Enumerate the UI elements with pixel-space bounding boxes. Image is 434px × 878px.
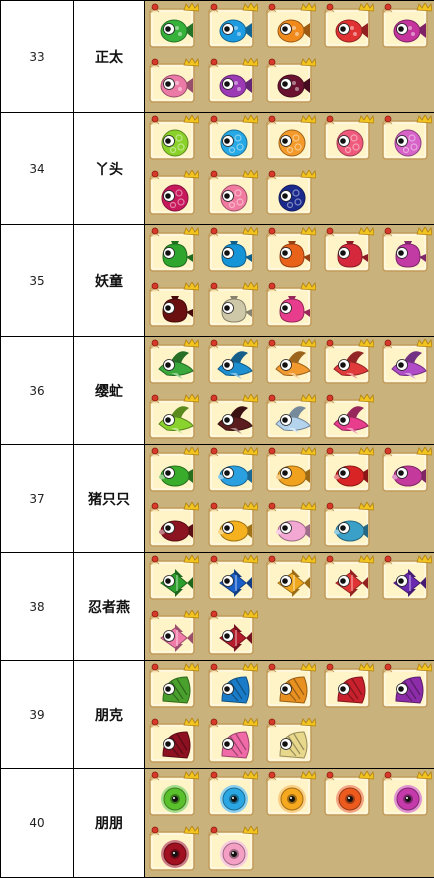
- fish-image-cell: [144, 113, 434, 224]
- flower-fish-icon: [324, 771, 374, 817]
- round-fish-icon: [266, 3, 316, 49]
- table-row: 33 正太: [0, 1, 434, 113]
- fish-image-cell: [144, 337, 434, 444]
- round-fish-icon: [382, 3, 432, 49]
- fish-image-cell: [144, 1, 434, 112]
- bird-fish-icon: [208, 394, 258, 440]
- row-number: 37: [0, 445, 73, 552]
- flower-fish-icon: [266, 771, 316, 817]
- pig-fish-icon: [324, 447, 374, 493]
- table-row: 39 朋克: [0, 661, 434, 769]
- pig-fish-icon: [382, 447, 432, 493]
- puffer-fish-icon: [208, 170, 258, 216]
- round-fish-icon: [324, 3, 374, 49]
- fish-series-name: 丫头: [73, 113, 144, 224]
- fish-series-name: 朋朋: [73, 769, 144, 877]
- angelfish-icon: [382, 555, 432, 601]
- sack-fish-icon: [208, 227, 258, 273]
- sack-fish-icon: [382, 227, 432, 273]
- row-number: 36: [0, 337, 73, 444]
- row-number: 35: [0, 225, 73, 336]
- table-row: 36 缨虻: [0, 337, 434, 445]
- fan-fish-icon: [324, 663, 374, 709]
- angelfish-icon: [149, 555, 199, 601]
- fish-image-cell: [144, 225, 434, 336]
- pig-fish-icon: [149, 502, 199, 548]
- sack-fish-icon: [208, 282, 258, 328]
- fish-image-cell: [144, 769, 434, 877]
- fish-series-name: 朋克: [73, 661, 144, 768]
- bird-fish-icon: [149, 339, 199, 385]
- puffer-fish-icon: [149, 115, 199, 161]
- bird-fish-icon: [208, 339, 258, 385]
- fan-fish-icon: [266, 718, 316, 764]
- puffer-fish-icon: [149, 170, 199, 216]
- bird-fish-icon: [382, 339, 432, 385]
- angelfish-icon: [149, 610, 199, 656]
- sack-fish-icon: [149, 282, 199, 328]
- sack-fish-icon: [266, 282, 316, 328]
- row-number: 40: [0, 769, 73, 877]
- row-number: 39: [0, 661, 73, 768]
- row-number: 34: [0, 113, 73, 224]
- fish-series-name: 正太: [73, 1, 144, 112]
- fan-fish-icon: [149, 718, 199, 764]
- sack-fish-icon: [324, 227, 374, 273]
- round-fish-icon: [208, 3, 258, 49]
- fan-fish-icon: [208, 663, 258, 709]
- fish-series-name: 缨虻: [73, 337, 144, 444]
- round-fish-icon: [208, 58, 258, 104]
- flower-fish-icon: [149, 771, 199, 817]
- puffer-fish-icon: [324, 115, 374, 161]
- table-row: 35 妖童: [0, 225, 434, 337]
- round-fish-icon: [266, 58, 316, 104]
- fish-series-name: 忍者燕: [73, 553, 144, 660]
- table-row: 40 朋朋: [0, 769, 434, 878]
- pig-fish-icon: [266, 502, 316, 548]
- row-number: 38: [0, 553, 73, 660]
- fan-fish-icon: [149, 663, 199, 709]
- fan-fish-icon: [382, 663, 432, 709]
- fan-fish-icon: [266, 663, 316, 709]
- angelfish-icon: [208, 610, 258, 656]
- puffer-fish-icon: [266, 170, 316, 216]
- bird-fish-icon: [266, 339, 316, 385]
- table-row: 38 忍者燕: [0, 553, 434, 661]
- pig-fish-icon: [208, 502, 258, 548]
- flower-fish-icon: [208, 826, 258, 872]
- round-fish-icon: [149, 58, 199, 104]
- fish-series-name: 猪只只: [73, 445, 144, 552]
- fish-image-cell: [144, 553, 434, 660]
- bird-fish-icon: [149, 394, 199, 440]
- puffer-fish-icon: [382, 115, 432, 161]
- table-row: 34 丫头: [0, 113, 434, 225]
- angelfish-icon: [266, 555, 316, 601]
- table-row: 37 猪只只: [0, 445, 434, 553]
- fish-image-cell: [144, 445, 434, 552]
- angelfish-icon: [324, 555, 374, 601]
- angelfish-icon: [208, 555, 258, 601]
- sack-fish-icon: [149, 227, 199, 273]
- pig-fish-icon: [208, 447, 258, 493]
- row-number: 33: [0, 1, 73, 112]
- bird-fish-icon: [324, 394, 374, 440]
- round-fish-icon: [149, 3, 199, 49]
- bird-fish-icon: [266, 394, 316, 440]
- fish-series-name: 妖童: [73, 225, 144, 336]
- bird-fish-icon: [324, 339, 374, 385]
- pig-fish-icon: [324, 502, 374, 548]
- sack-fish-icon: [266, 227, 316, 273]
- pig-fish-icon: [266, 447, 316, 493]
- flower-fish-icon: [382, 771, 432, 817]
- puffer-fish-icon: [266, 115, 316, 161]
- pig-fish-icon: [149, 447, 199, 493]
- puffer-fish-icon: [208, 115, 258, 161]
- fish-image-cell: [144, 661, 434, 768]
- flower-fish-icon: [208, 771, 258, 817]
- fan-fish-icon: [208, 718, 258, 764]
- fish-table: 33 正太 34 丫头 35 妖童 36 缨虻 37 猪只只 38 忍者燕 39…: [0, 0, 434, 878]
- flower-fish-icon: [149, 826, 199, 872]
